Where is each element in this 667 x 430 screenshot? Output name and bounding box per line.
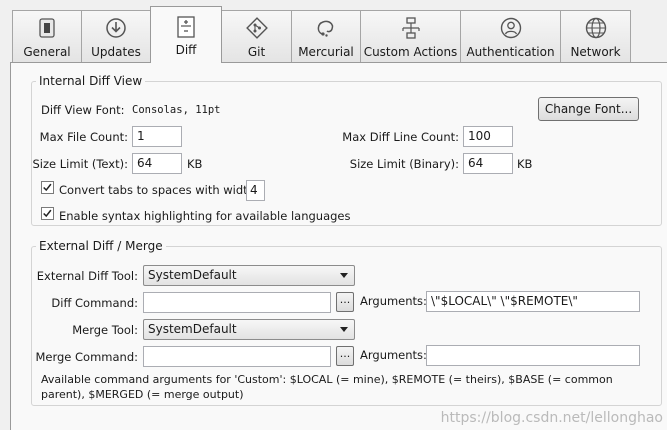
tab-mercurial[interactable]: Mercurial xyxy=(291,10,361,62)
diff-arguments-label: Arguments: xyxy=(360,294,427,308)
external-diff-title: External Diff / Merge xyxy=(39,239,163,253)
diff-settings-panel: Internal Diff View Diff View Font: Conso… xyxy=(10,62,667,430)
diff-command-browse-button[interactable]: ... xyxy=(336,292,354,312)
convert-tabs-checkbox[interactable] xyxy=(41,181,54,194)
user-icon xyxy=(500,17,521,39)
checkmark-icon xyxy=(43,209,52,218)
git-icon xyxy=(245,17,268,39)
checkmark-icon xyxy=(43,183,52,192)
merge-arguments-label: Arguments: xyxy=(360,348,427,362)
max-line-count-input[interactable]: 100 xyxy=(463,126,513,147)
flowchart-icon xyxy=(401,17,420,39)
tab-general[interactable]: General xyxy=(12,10,82,62)
switch-icon xyxy=(39,18,55,38)
syntax-highlight-label: Enable syntax highlighting for available… xyxy=(59,209,351,223)
diff-tool-select[interactable]: SystemDefault xyxy=(143,265,355,286)
max-file-count-input[interactable]: 1 xyxy=(132,126,182,147)
merge-command-label: Merge Command: xyxy=(35,350,138,364)
diff-font-label: Diff View Font: xyxy=(41,103,125,117)
merge-command-input[interactable] xyxy=(143,346,331,367)
size-limit-binary-unit: KB xyxy=(517,157,533,171)
convert-tabs-label: Convert tabs to spaces with width: xyxy=(59,183,259,197)
tab-git[interactable]: Git xyxy=(221,10,292,62)
settings-tabbar: General Updates Diff Git Mercurial Custo… xyxy=(0,0,667,63)
command-arguments-note: Available command arguments for 'Custom'… xyxy=(41,373,613,401)
mercurial-icon xyxy=(317,20,334,37)
diff-tool-label: External Diff Tool: xyxy=(36,269,138,283)
diff-icon xyxy=(177,16,195,38)
tab-custom-actions[interactable]: Custom Actions xyxy=(360,10,461,62)
merge-tool-select[interactable]: SystemDefault xyxy=(143,319,355,340)
tab-diff[interactable]: Diff xyxy=(150,6,222,63)
merge-command-browse-button[interactable]: ... xyxy=(336,346,354,366)
dropdown-arrow-icon xyxy=(340,273,348,278)
size-limit-binary-label: Size Limit (Binary): xyxy=(349,157,459,171)
download-icon xyxy=(106,18,126,38)
diff-command-label: Diff Command: xyxy=(51,296,138,310)
merge-tool-label: Merge Tool: xyxy=(72,323,138,337)
dropdown-arrow-icon xyxy=(340,327,348,332)
tab-width-input[interactable]: 4 xyxy=(246,180,265,201)
tab-network[interactable]: Network xyxy=(560,10,631,62)
diff-arguments-input[interactable]: \"$LOCAL\" \"$REMOTE\" xyxy=(426,291,640,312)
internal-diff-title: Internal Diff View xyxy=(39,74,143,88)
tab-authentication[interactable]: Authentication xyxy=(460,10,561,62)
tab-updates[interactable]: Updates xyxy=(81,10,151,62)
diff-tool-value: SystemDefault xyxy=(148,268,237,282)
size-limit-text-label: Size Limit (Text): xyxy=(32,157,128,171)
merge-tool-value: SystemDefault xyxy=(148,322,237,336)
size-limit-text-unit: KB xyxy=(187,157,203,171)
merge-arguments-input[interactable] xyxy=(426,345,640,366)
syntax-highlight-checkbox[interactable] xyxy=(41,207,54,220)
size-limit-binary-input[interactable]: 64 xyxy=(463,153,513,174)
globe-icon xyxy=(585,17,606,39)
max-line-count-label: Max Diff Line Count: xyxy=(342,130,459,144)
max-file-count-label: Max File Count: xyxy=(39,130,128,144)
diff-font-value: Consolas, 11pt xyxy=(132,104,221,116)
diff-command-input[interactable] xyxy=(143,292,331,313)
watermark-text: https://blog.csdn.net/lellonghao xyxy=(440,410,663,426)
change-font-button[interactable]: Change Font... xyxy=(538,97,639,121)
size-limit-text-input[interactable]: 64 xyxy=(132,153,182,174)
